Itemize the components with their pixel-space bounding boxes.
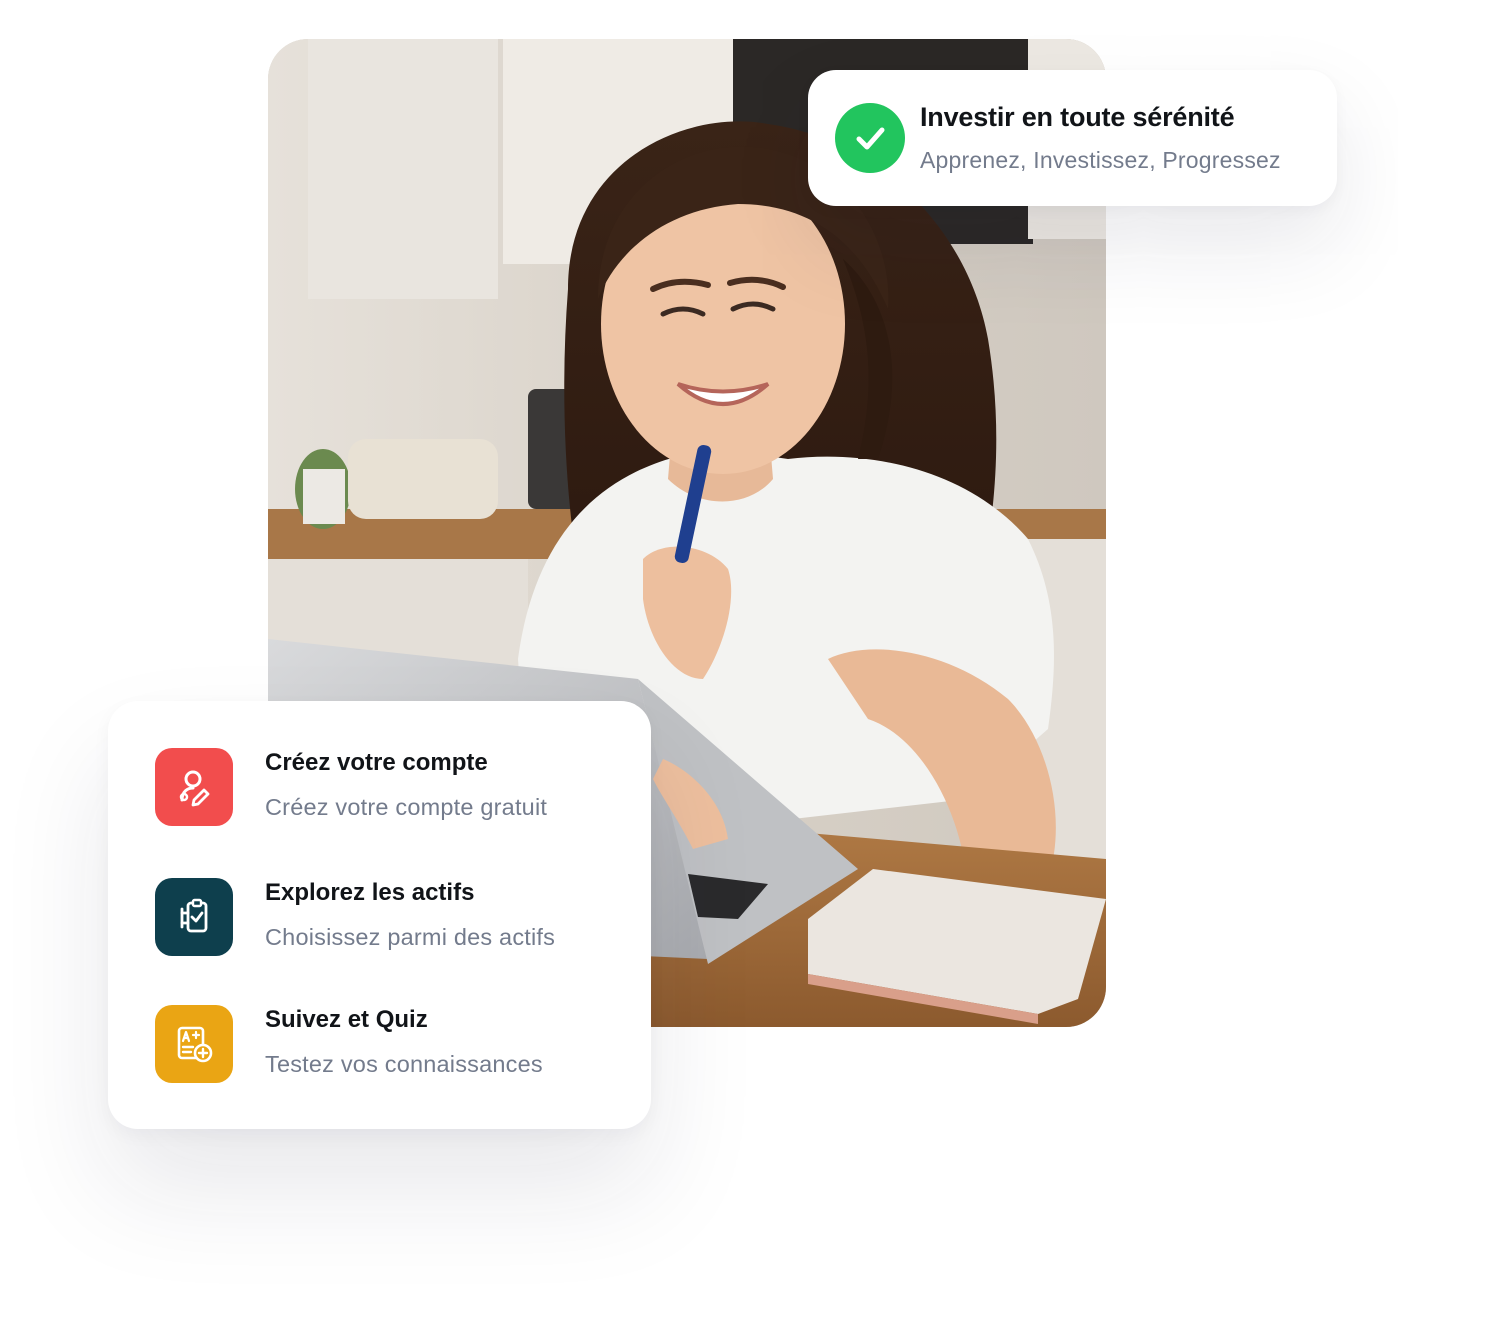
step-title: Suivez et Quiz	[265, 1006, 428, 1033]
clipboard-check-icon	[155, 878, 233, 956]
step-description: Testez vos connaissances	[265, 1051, 543, 1077]
step-explore-assets[interactable]: Explorez les actifs Choisissez parmi des…	[155, 878, 625, 958]
step-description: Créez votre compte gratuit	[265, 794, 548, 820]
step-title: Créez votre compte	[265, 749, 488, 776]
step-description: Choisissez parmi des actifs	[265, 924, 556, 950]
steps-card: Créez votre compte Créez votre compte gr…	[108, 701, 651, 1129]
badge-title: Investir en toute sérénité	[920, 102, 1235, 132]
step-quiz[interactable]: Suivez et Quiz Testez vos connaissances	[155, 1005, 625, 1085]
user-edit-icon	[155, 748, 233, 826]
step-title: Explorez les actifs	[265, 879, 475, 906]
page: Investir en toute sérénité Apprenez, Inv…	[0, 0, 1509, 1341]
check-circle-icon	[835, 103, 905, 173]
grade-quiz-icon	[155, 1005, 233, 1083]
step-create-account[interactable]: Créez votre compte Créez votre compte gr…	[155, 748, 625, 828]
badge-subtitle: Apprenez, Investissez, Progressez	[920, 147, 1281, 173]
badge-card: Investir en toute sérénité Apprenez, Inv…	[808, 70, 1337, 206]
